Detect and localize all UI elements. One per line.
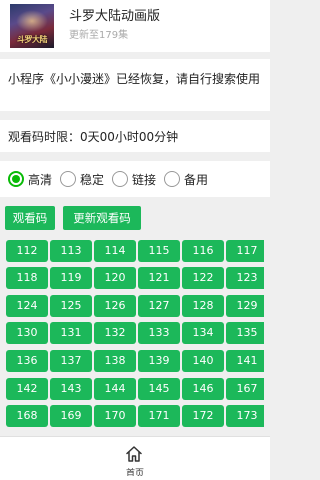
episode-button[interactable]: 119: [50, 267, 92, 289]
episode-grid: 112 113 114 115 116 117 118 119 120 121 122 123 124 1…: [6, 240, 264, 436]
notice-panel: 小程序《小小漫迷》已经恢复，请自行搜索使用: [0, 59, 270, 111]
episode-button[interactable]: 173: [226, 405, 264, 427]
radio-stable[interactable]: 稳定: [60, 169, 104, 189]
episode-button[interactable]: 129: [226, 295, 264, 317]
episode-button[interactable]: 170: [94, 405, 136, 427]
radio-circle-icon[interactable]: [164, 171, 180, 187]
notice-text: 小程序《小小漫迷》已经恢复，请自行搜索使用: [8, 72, 261, 86]
radio-circle-icon[interactable]: [112, 171, 128, 187]
radio-circle-icon[interactable]: [60, 171, 76, 187]
episode-button[interactable]: 122: [182, 267, 224, 289]
update-watch-code-button[interactable]: 更新观看码: [63, 206, 141, 230]
episode-button[interactable]: 144: [94, 378, 136, 400]
episode-button[interactable]: 136: [6, 350, 48, 372]
episode-button[interactable]: 167: [226, 378, 264, 400]
cover-thumbnail[interactable]: 斗罗大陆: [10, 4, 54, 48]
episode-button[interactable]: 127: [138, 295, 180, 317]
episode-button[interactable]: 169: [50, 405, 92, 427]
radio-backup[interactable]: 备用: [164, 169, 208, 189]
episode-button[interactable]: 138: [94, 350, 136, 372]
page-title: 斗罗大陆动画版: [69, 9, 161, 24]
episode-button[interactable]: 121: [138, 267, 180, 289]
episode-button[interactable]: 116: [182, 240, 224, 262]
episode-button[interactable]: 132: [94, 322, 136, 344]
episode-button[interactable]: 120: [94, 267, 136, 289]
thumbnail-glow: [16, 10, 48, 32]
radio-link[interactable]: 链接: [112, 169, 156, 189]
header: 斗罗大陆 斗罗大陆动画版 更新至179集: [0, 0, 270, 52]
timer-text: 观看码时限：0天00小时00分钟: [8, 130, 179, 144]
episode-button[interactable]: 143: [50, 378, 92, 400]
episode-button[interactable]: 118: [6, 267, 48, 289]
episode-button[interactable]: 130: [6, 322, 48, 344]
update-status: 更新至179集: [69, 30, 129, 41]
radio-label: 备用: [184, 172, 209, 187]
episode-button[interactable]: 124: [6, 295, 48, 317]
radio-label: 稳定: [80, 172, 105, 187]
episode-button[interactable]: 131: [50, 322, 92, 344]
episode-button[interactable]: 123: [226, 267, 264, 289]
episode-button[interactable]: 126: [94, 295, 136, 317]
episode-button[interactable]: 171: [138, 405, 180, 427]
episode-button[interactable]: 135: [226, 322, 264, 344]
watch-code-timer: 观看码时限：0天00小时00分钟: [0, 120, 270, 152]
watch-code-button[interactable]: 观看码: [5, 206, 55, 230]
tab-home-label[interactable]: 首页: [0, 466, 270, 476]
episode-button[interactable]: 117: [226, 240, 264, 262]
episode-button[interactable]: 137: [50, 350, 92, 372]
episode-button[interactable]: 142: [6, 378, 48, 400]
episode-button[interactable]: 139: [138, 350, 180, 372]
episode-button[interactable]: 172: [182, 405, 224, 427]
bottom-tab-bar: 首页: [0, 436, 270, 480]
episode-button[interactable]: 134: [182, 322, 224, 344]
radio-label: 链接: [132, 172, 157, 187]
episode-button[interactable]: 128: [182, 295, 224, 317]
episode-button[interactable]: 114: [94, 240, 136, 262]
episode-button[interactable]: 145: [138, 378, 180, 400]
episode-button[interactable]: 112: [6, 240, 48, 262]
episode-button[interactable]: 113: [50, 240, 92, 262]
thumbnail-logo: 斗罗大陆: [17, 35, 48, 44]
radio-hd[interactable]: 高清: [8, 169, 52, 189]
home-icon[interactable]: [124, 444, 144, 464]
episode-button[interactable]: 140: [182, 350, 224, 372]
radio-circle-icon[interactable]: [8, 171, 24, 187]
episode-button[interactable]: 168: [6, 405, 48, 427]
episode-button[interactable]: 141: [226, 350, 264, 372]
episode-button[interactable]: 146: [182, 378, 224, 400]
episode-button[interactable]: 133: [138, 322, 180, 344]
episode-button[interactable]: 125: [50, 295, 92, 317]
radio-label: 高清: [28, 172, 53, 187]
quality-radio-group: 高清 稳定 链接 备用: [0, 161, 270, 197]
episode-button[interactable]: 115: [138, 240, 180, 262]
